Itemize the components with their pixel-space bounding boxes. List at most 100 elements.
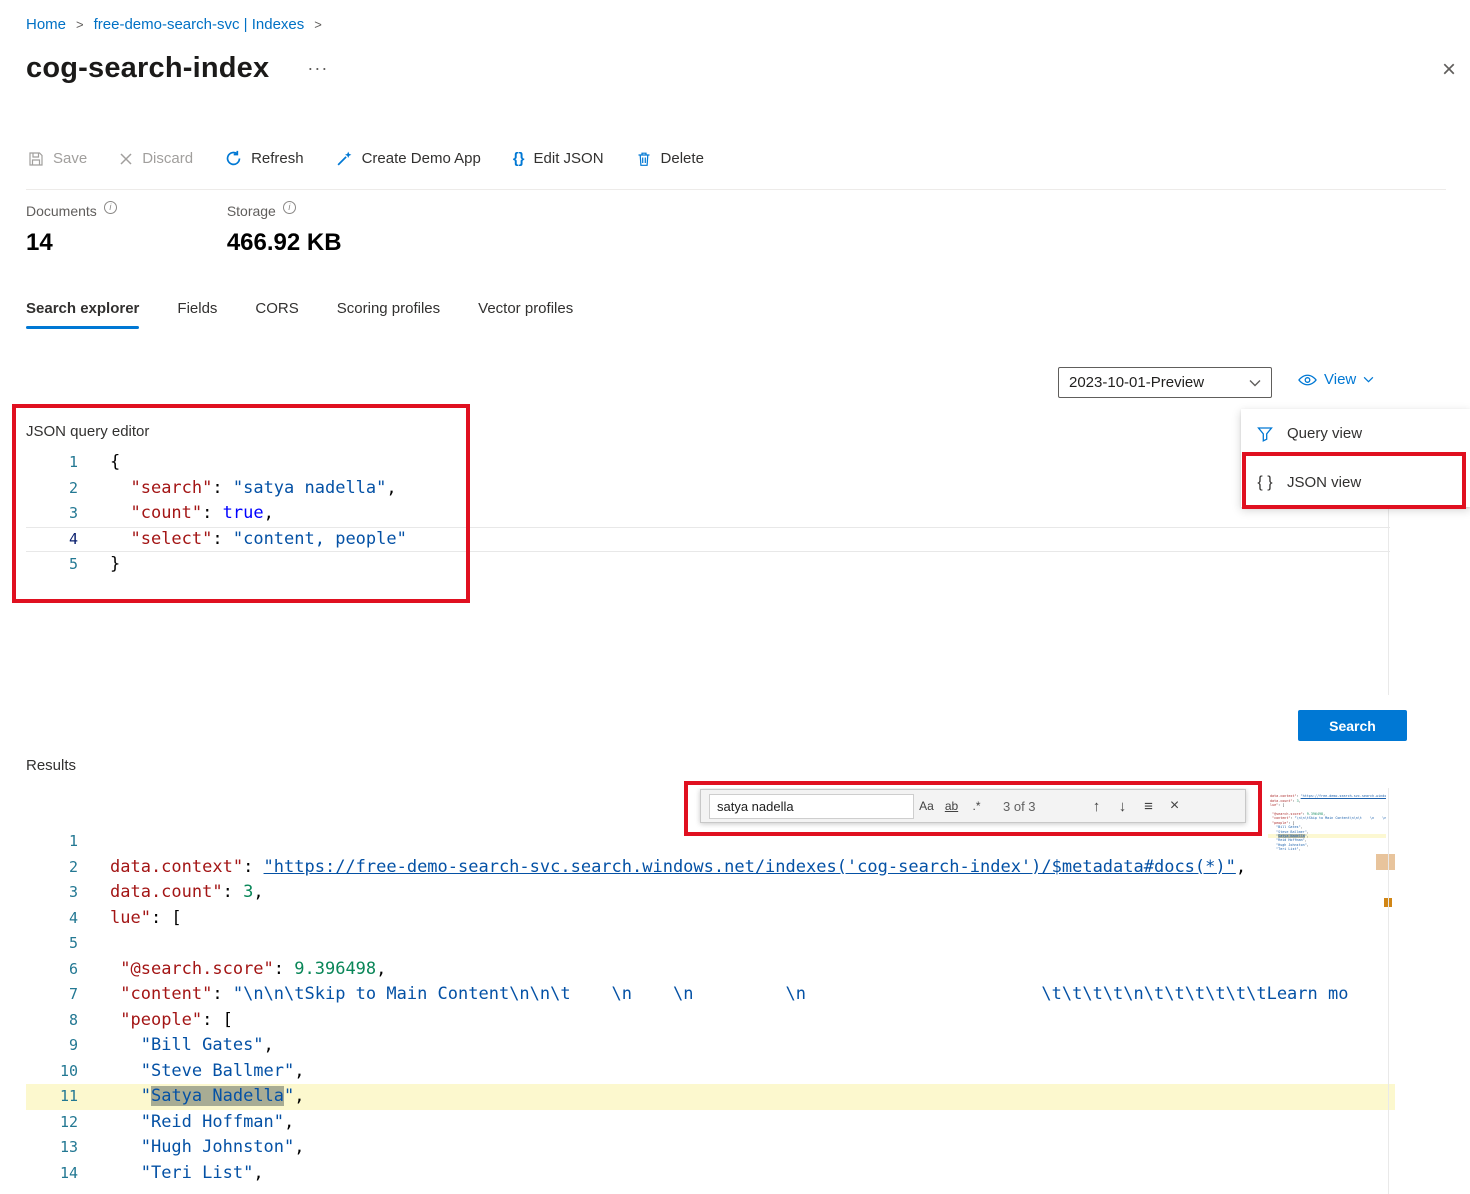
results-editor[interactable]: 1 2 data.context": "https://free-demo-sear…	[26, 788, 1395, 1194]
more-menu-icon[interactable]: ···	[307, 58, 328, 79]
view-dropdown-button[interactable]: View	[1298, 371, 1374, 388]
code-line[interactable]: 4 lue": [	[26, 906, 1395, 932]
line-number: 4	[68, 908, 78, 927]
edit-json-button[interactable]: {} Edit JSON	[513, 150, 604, 167]
tab-vector-profiles[interactable]: Vector profiles	[478, 300, 573, 329]
search-button[interactable]: Search	[1298, 710, 1407, 741]
code-line[interactable]: 13 "Hugh Johnston",	[26, 1135, 1395, 1161]
tab-scoring-profiles[interactable]: Scoring profiles	[337, 300, 440, 329]
code-line[interactable]: 3 data.count": 3,	[26, 880, 1395, 906]
find-in-selection-button[interactable]: ≡	[1136, 794, 1162, 818]
code-token: 9.396498	[1306, 811, 1324, 816]
discard-button[interactable]: Discard	[119, 150, 193, 167]
code-line[interactable]: 10 "Steve Ballmer",	[26, 1059, 1395, 1085]
code-token: Satya Nadella	[1278, 833, 1305, 838]
code-line[interactable]: 6 "@search.score": 9.396498,	[26, 957, 1395, 983]
trash-icon	[636, 151, 652, 167]
eye-icon	[1298, 374, 1317, 386]
breadcrumb-home-link[interactable]: Home	[26, 16, 66, 33]
api-version-select[interactable]: 2023-10-01-Preview	[1058, 367, 1272, 398]
code-token: "search"	[130, 477, 213, 498]
next-match-button[interactable]: ↓	[1110, 794, 1136, 818]
discard-icon	[119, 152, 133, 166]
previous-match-button[interactable]: ↑	[1084, 794, 1110, 818]
create-demo-app-label: Create Demo App	[361, 150, 481, 167]
code-line[interactable]: 2 "search": "satya nadella",	[26, 476, 1390, 502]
code-content: "Hugh Johnston",	[110, 1135, 305, 1161]
line-number: 5	[68, 555, 78, 573]
code-line[interactable]: 2 data.context": "https://free-demo-searc…	[26, 855, 1395, 881]
menu-item-json-view[interactable]: { } JSON view	[1241, 458, 1470, 507]
storage-stat: Storage i 466.92 KB	[226, 201, 342, 257]
code-token: :	[273, 958, 295, 979]
whole-word-glyph: ab	[944, 799, 959, 813]
breadcrumb-separator-icon: >	[314, 17, 322, 32]
line-number: 3	[68, 504, 78, 522]
code-token: ,	[376, 958, 387, 979]
menu-item-query-view[interactable]: Query view	[1241, 409, 1470, 458]
line-number: 6	[68, 959, 78, 978]
delete-button[interactable]: Delete	[636, 150, 704, 167]
storage-label: Storage	[226, 203, 276, 219]
code-line[interactable]: 9 "Bill Gates",	[26, 1033, 1395, 1059]
close-find-button[interactable]: ×	[1162, 794, 1188, 818]
tab-cors[interactable]: CORS	[255, 300, 298, 329]
save-button[interactable]: Save	[28, 150, 87, 167]
code-line[interactable]: 14 "Teri List",	[26, 1161, 1395, 1187]
close-icon[interactable]: ×	[1442, 58, 1456, 82]
code-token: ,	[1306, 833, 1309, 838]
query-view-label: Query view	[1287, 425, 1363, 442]
code-token: :	[243, 856, 264, 877]
minimap[interactable]: data.context": "https://free-demo-search…	[1268, 790, 1386, 960]
documents-stat: Documents i 14	[26, 201, 117, 257]
refresh-button[interactable]: Refresh	[225, 150, 304, 167]
breadcrumb-indexes-link[interactable]: free-demo-search-svc | Indexes	[94, 16, 305, 33]
documents-label: Documents	[26, 203, 97, 219]
code-line[interactable]: 5	[26, 931, 1395, 957]
code-token: "Steve Ballmer"	[1276, 829, 1307, 834]
tab-fields[interactable]: Fields	[177, 300, 217, 329]
tab-search-explorer[interactable]: Search explorer	[26, 300, 140, 329]
chevron-down-icon	[1249, 379, 1261, 387]
json-query-editor[interactable]: 1{2 "search": "satya nadella", 3 "count":…	[26, 450, 1390, 695]
toolbar-divider	[26, 189, 1446, 190]
find-input[interactable]	[709, 793, 914, 819]
delete-label: Delete	[660, 150, 704, 167]
code-content: "select": "content, people"	[110, 527, 406, 553]
code-line[interactable]: 3 "count": true,	[26, 501, 1390, 527]
code-token: ,	[1323, 811, 1326, 816]
code-token: ,	[294, 1086, 305, 1106]
create-demo-app-button[interactable]: Create Demo App	[336, 150, 481, 167]
info-icon[interactable]: i	[282, 201, 296, 214]
code-token: : [	[1288, 820, 1295, 825]
info-icon[interactable]: i	[103, 201, 117, 214]
code-token: "select"	[130, 528, 213, 549]
whole-word-toggle[interactable]: ab	[939, 794, 964, 818]
regex-toggle[interactable]: .*	[964, 794, 989, 818]
chevron-down-icon	[1363, 376, 1374, 383]
api-version-value: 2023-10-01-Preview	[1069, 374, 1205, 391]
discard-label: Discard	[142, 150, 194, 167]
minimap-line: "Teri List",	[1268, 847, 1386, 851]
code-content: lue": [	[1270, 803, 1284, 807]
code-line[interactable]: 8 "people": [	[26, 1008, 1395, 1034]
code-token: "people"	[1272, 820, 1289, 825]
code-token: 9.396498	[294, 958, 377, 979]
code-line[interactable]: 12 "Reid Hoffman",	[26, 1110, 1395, 1136]
code-token: "https://free-demo-search-svc.search.win…	[263, 856, 1236, 877]
breadcrumb-separator-icon: >	[76, 17, 84, 32]
match-case-toggle[interactable]: Aa	[914, 794, 939, 818]
code-token: data.count"	[1270, 798, 1293, 803]
code-token: ,	[1306, 842, 1309, 847]
code-line[interactable]: 4 "select": "content, people"	[26, 527, 1390, 553]
code-line[interactable]: 1{	[26, 450, 1390, 476]
code-line[interactable]: 5}	[26, 552, 1390, 578]
code-line[interactable]: 1	[26, 829, 1395, 855]
find-match-count: 3 of 3	[1003, 798, 1036, 814]
code-line[interactable]: 11 "Satya Nadella",	[26, 1084, 1395, 1110]
code-line[interactable]: 7 "content": "\n\n\tSkip to Main Content…	[26, 982, 1395, 1008]
editor-scrollbar[interactable]	[1388, 788, 1389, 1194]
